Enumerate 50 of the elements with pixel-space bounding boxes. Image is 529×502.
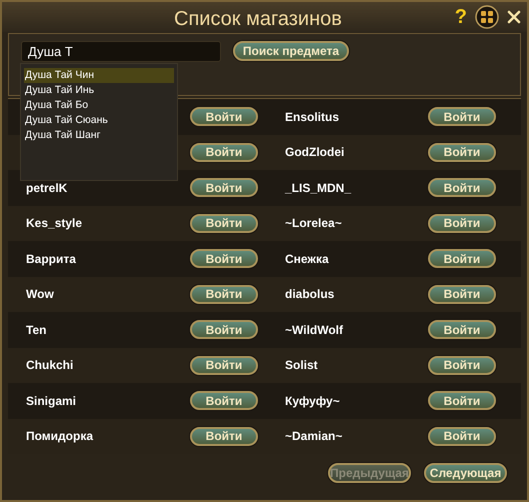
suggestion-item[interactable]: Душа Тай Бо — [24, 98, 174, 113]
enter-button[interactable]: Войти — [428, 249, 496, 268]
shop-owner-name: Chukchi — [26, 357, 74, 374]
suggestion-item[interactable]: Душа Тай Шанг — [24, 128, 174, 143]
close-icon[interactable] — [507, 10, 521, 24]
enter-button[interactable]: Войти — [190, 178, 258, 198]
shop-owner-name: Куфуфу~ — [285, 392, 341, 410]
shop-owner-name: petrelK — [26, 180, 68, 197]
shop-owner-name: ~Damian~ — [285, 428, 344, 446]
enter-button[interactable]: Войти — [190, 249, 258, 268]
shop-owner-name: diabolus — [285, 286, 336, 304]
suggestion-item[interactable]: Душа Тай Чин — [24, 68, 174, 83]
suggestion-item[interactable]: Душа Тай Сюань — [24, 113, 174, 128]
shop-owner-name: Solist — [285, 357, 319, 374]
shop-owner-name: Ensolitus — [285, 108, 340, 126]
enter-button[interactable]: Войти — [190, 107, 258, 126]
enter-button[interactable]: Войти — [190, 284, 258, 304]
enter-button[interactable]: Войти — [428, 178, 496, 198]
enter-button[interactable]: Войти — [190, 142, 258, 162]
enter-button[interactable]: Войти — [190, 356, 258, 375]
page-button[interactable]: Следующая — [424, 463, 507, 483]
shop-owner-name: Варрита — [26, 250, 77, 268]
shop-owner-name: Ten — [26, 322, 48, 339]
shop-owner-name: Снежка — [285, 250, 330, 268]
enter-button[interactable]: Войти — [190, 391, 258, 410]
enter-button[interactable]: Войти — [190, 320, 258, 340]
enter-button[interactable]: Войти — [428, 214, 496, 233]
enter-button[interactable]: Войти — [428, 142, 496, 162]
enter-button[interactable]: Войти — [428, 320, 496, 340]
shop-owner-name: ~Lorelea~ — [285, 215, 343, 232]
shop-owner-name: Sinigami — [26, 392, 78, 410]
enter-button[interactable]: Войти — [428, 284, 496, 304]
help-button[interactable]: ? — [454, 2, 467, 32]
window-title: Список магазинов — [174, 7, 342, 32]
shop-owner-name: GodZlodei — [285, 144, 346, 162]
grid-menu-icon[interactable] — [475, 5, 499, 29]
shop-owner-name: Помидорка — [26, 428, 94, 446]
search-field[interactable]: Душа Т — [21, 41, 221, 62]
search-item-button[interactable]: Поиск предмета — [233, 41, 349, 61]
enter-button[interactable]: Войти — [190, 426, 258, 446]
enter-button[interactable]: Войти — [190, 214, 258, 233]
shop-owner-name: ~WildWolf — [285, 322, 344, 339]
enter-button[interactable]: Войти — [428, 426, 496, 446]
enter-button[interactable]: Войти — [428, 391, 496, 410]
shop-owner-name: Wow — [26, 286, 55, 304]
shop-owner-name: _LIS_MDN_ — [285, 180, 352, 197]
shop-owner-name: Kes_style — [26, 215, 84, 232]
suggestion-item[interactable]: Душа Тай Инь — [24, 83, 174, 98]
enter-button[interactable]: Войти — [428, 107, 496, 126]
enter-button[interactable]: Войти — [428, 356, 496, 375]
